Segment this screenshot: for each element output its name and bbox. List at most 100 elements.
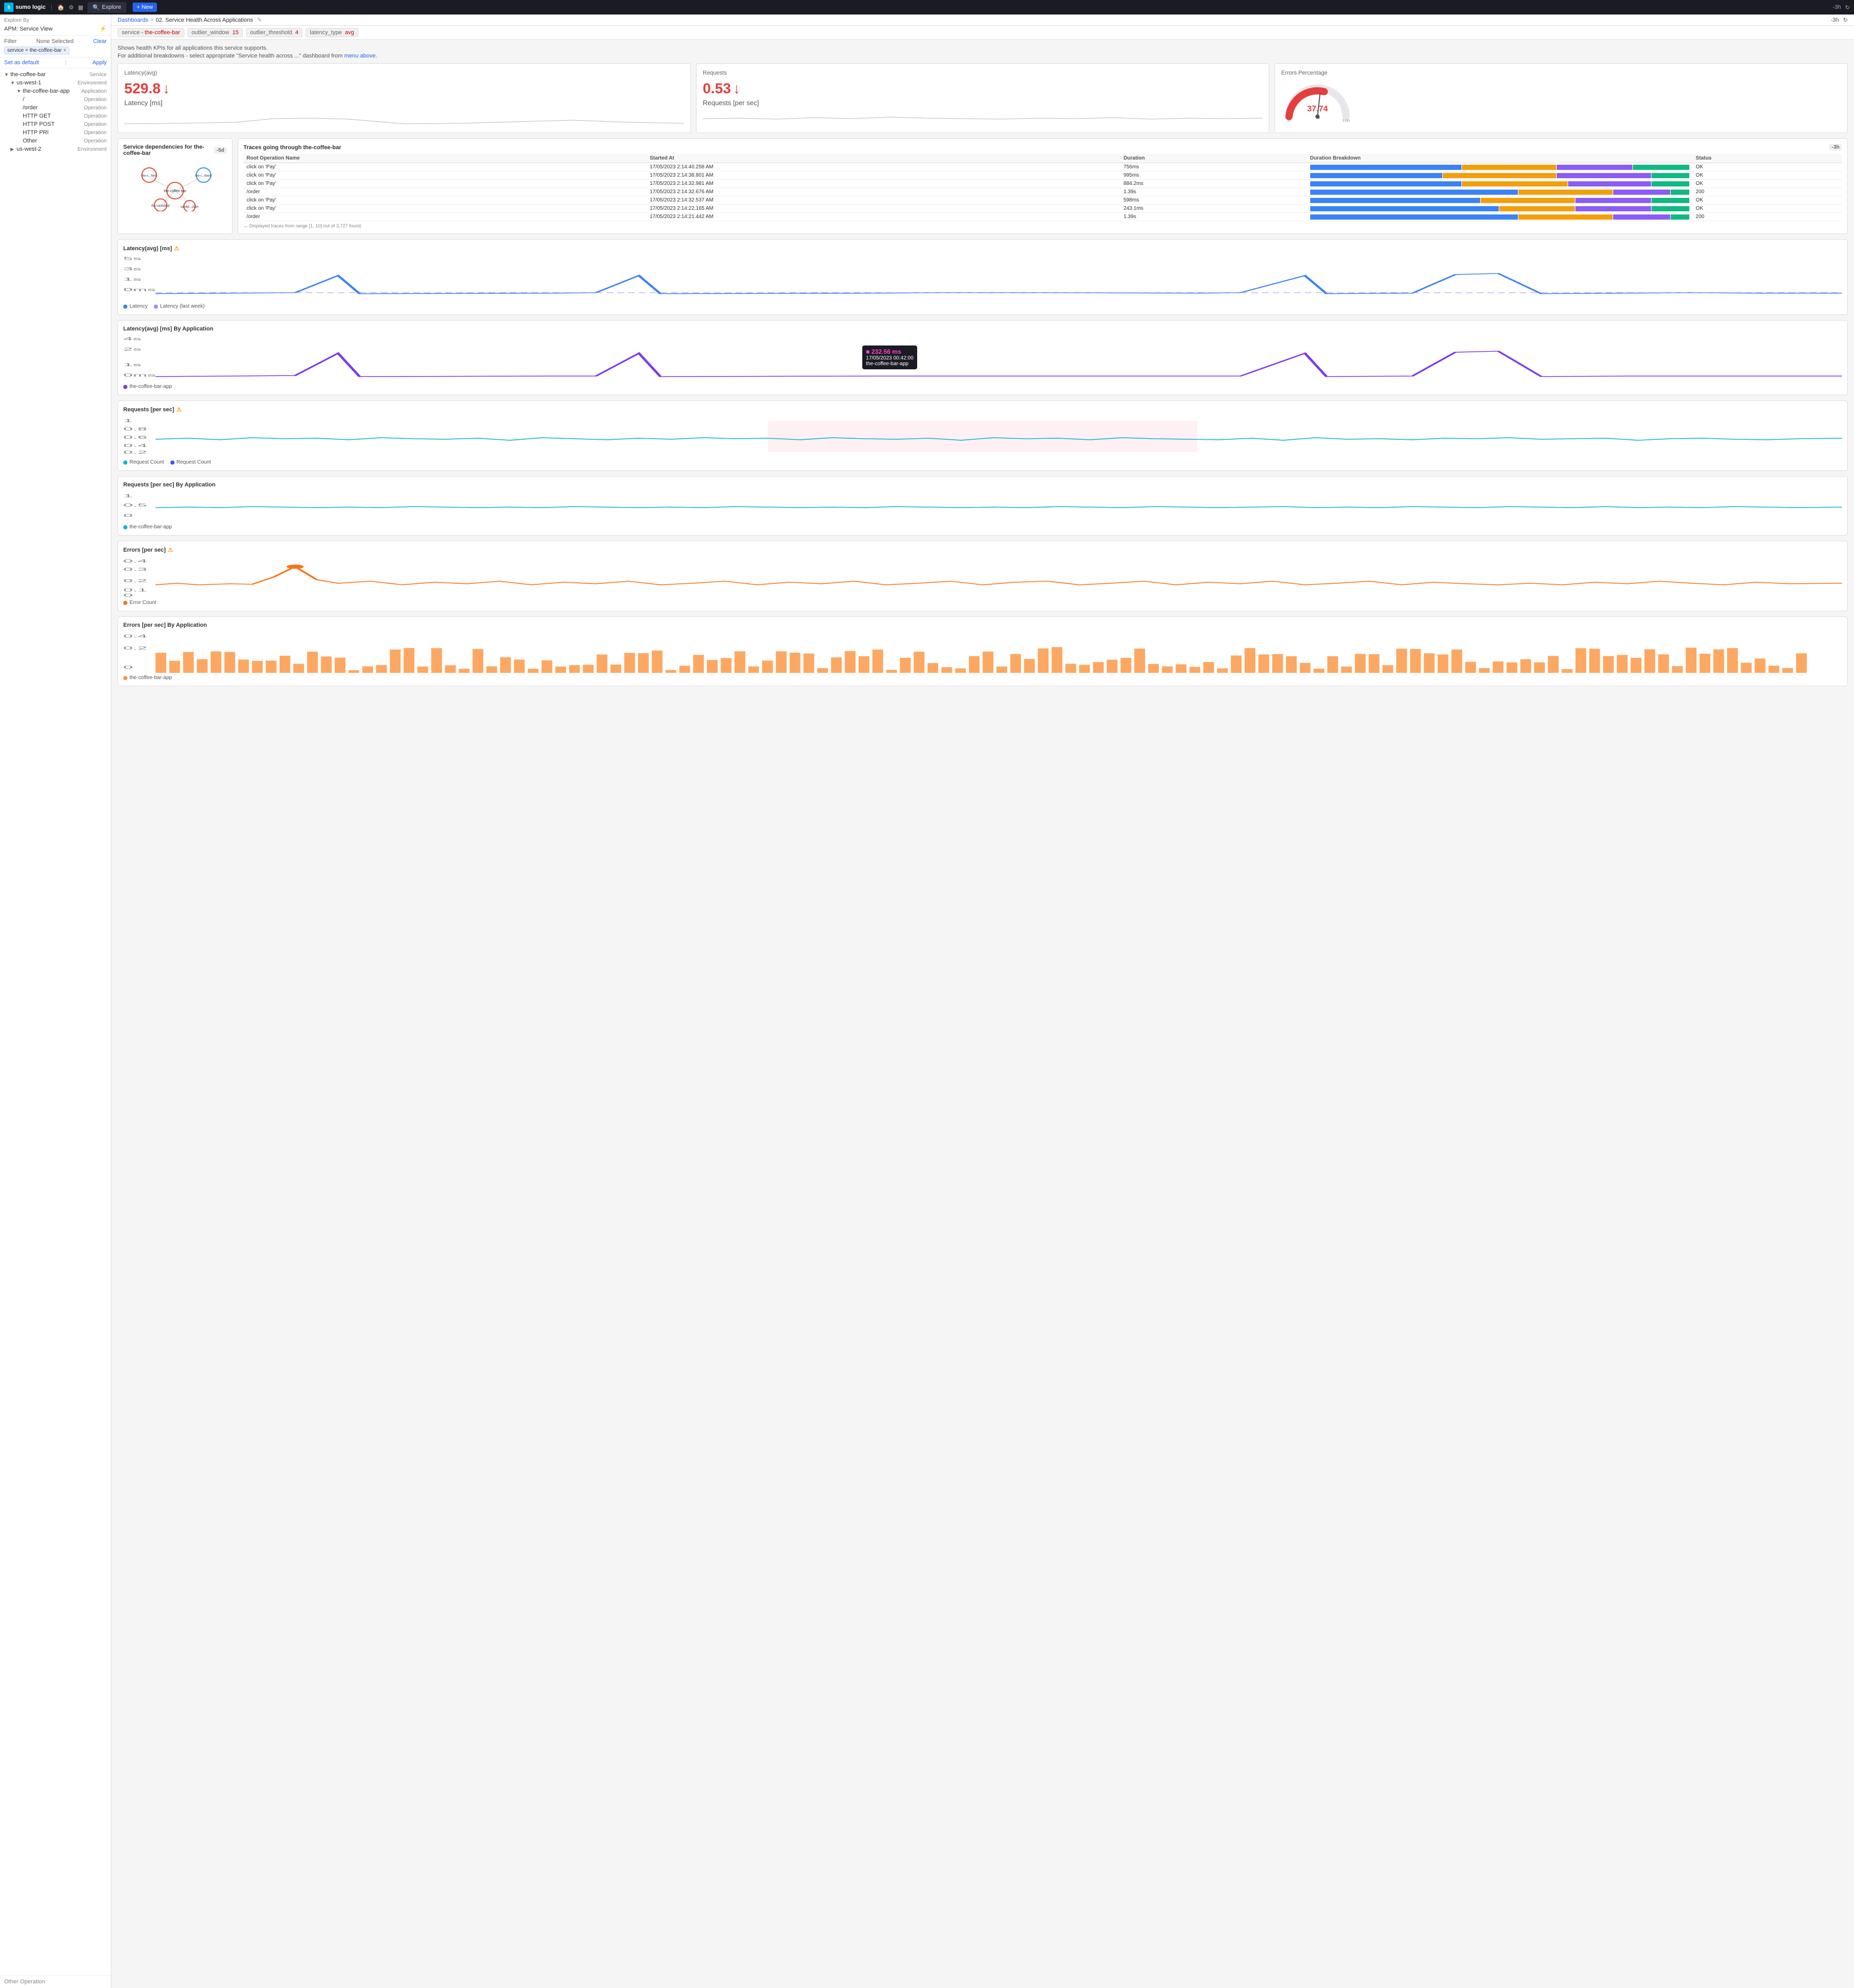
filter-tag[interactable]: service = the-coffee-bar ×: [4, 47, 69, 54]
dep-panel: Service dependencies for the-coffee-bar …: [118, 138, 233, 234]
top-bar: S sumo logic | 🏠 ⚙ ▦ 🔍 Explore + New -3h…: [0, 0, 1854, 15]
new-button[interactable]: + New: [133, 3, 157, 12]
warning-icon: ⚠: [168, 546, 173, 553]
tree-item-coffee-bar[interactable]: ▼ the-coffee-bar Service: [0, 70, 111, 79]
top-divider: |: [51, 4, 52, 10]
chart-errors-by-app-area[interactable]: 0.4 0.2 0: [123, 631, 1842, 673]
main-content: Dashboards > 02. Service Health Across A…: [111, 15, 1854, 1988]
chart-latency-avg-area[interactable]: 5s 3s 1s 0ms: [123, 255, 1842, 301]
outlier-threshold-filter-tab[interactable]: outlier_threshold 4: [246, 28, 302, 37]
set-default-button[interactable]: Set as default: [4, 60, 39, 66]
svg-text:0: 0: [123, 513, 133, 518]
chart-latency-by-app-area[interactable]: 4s 2s 1s 0ms ■ 232.56 ms 17/05/2023 00:4…: [123, 335, 1842, 382]
table-row[interactable]: /order 17/05/2023 2:14:32.676 AM 1.39s: [243, 188, 1842, 196]
table-row[interactable]: /order 17/05/2023 2:14:21.442 AM 1.39s: [243, 213, 1842, 221]
chart-errors-area[interactable]: 0.4 0.3 0.2 0.1 0: [123, 556, 1842, 598]
tree-toggle: ▼: [10, 80, 17, 85]
warning-icon: ⚠: [174, 245, 179, 252]
svg-text:0.2: 0.2: [123, 450, 147, 455]
table-row[interactable]: click on 'Pay' 17/05/2023 2:14:32.981 AM…: [243, 180, 1842, 188]
latency-type-filter-tab[interactable]: latency_type avg: [306, 28, 358, 37]
tree-label: HTTP PRI: [23, 129, 82, 136]
kpi-requests: Requests 0.53 ↓ Requests [per sec]: [696, 63, 1269, 133]
tree-toggle: ▼: [17, 89, 23, 94]
svg-text:5s: 5s: [123, 256, 141, 261]
tree-item-us-west-1[interactable]: ▼ us-west-1 Environment: [0, 79, 111, 87]
explore-label: Explore: [102, 4, 121, 10]
tree-item-other[interactable]: Other Operation: [0, 137, 111, 145]
filter-icon[interactable]: ⚡: [99, 25, 107, 32]
legend-latency-dot: [123, 305, 127, 309]
service-filter-tab[interactable]: service-the-coffee-bar: [118, 28, 184, 37]
svg-text:1s: 1s: [123, 277, 141, 282]
svg-text:0: 0: [1287, 119, 1290, 122]
svg-text:the-i...ntend: the-i...ntend: [195, 175, 212, 178]
time-range-display[interactable]: -3h: [1831, 17, 1839, 23]
tree-item-order[interactable]: /order Operation: [0, 104, 111, 112]
explore-tab[interactable]: 🔍 Explore: [88, 2, 126, 13]
time-display[interactable]: -3h: [1833, 4, 1841, 10]
outlier-window-filter-tab[interactable]: outlier_window 15: [187, 28, 243, 37]
status: OK: [1692, 163, 1842, 171]
svg-text:1: 1: [123, 494, 133, 498]
chart-latency-by-app-title: Latency(avg) [ms] By Application: [123, 326, 1842, 332]
started-at: 17/05/2023 2:14:40.258 AM: [647, 163, 1121, 171]
tree-item-us-west-2[interactable]: ▶ us-west-2 Environment: [0, 145, 111, 153]
chart-latency-by-app-legend: the-coffee-bar-app: [123, 384, 1842, 390]
kpi-latency-unit: Latency [ms]: [124, 99, 684, 107]
apply-button[interactable]: Apply: [92, 60, 107, 66]
dep-diagram: the-c...hine the-coffee-bar the-i...nten…: [123, 160, 227, 211]
table-row[interactable]: click on 'Pay' 17/05/2023 2:14:38.801 AM…: [243, 171, 1842, 180]
chart-requests-by-app-area[interactable]: 1 0.5 0: [123, 491, 1842, 522]
refresh-icon[interactable]: ↻: [1845, 4, 1850, 11]
kpi-errors-title: Errors Percentage: [1281, 70, 1841, 76]
plus-icon: +: [137, 4, 140, 10]
tree-type: Operation: [84, 130, 107, 136]
kpi-row: Latency(avg) 529.8 ↓ Latency [ms] Reques…: [118, 63, 1848, 133]
tree-item-slash[interactable]: / Operation: [0, 95, 111, 104]
tree-item-http-post[interactable]: HTTP POST Operation: [0, 120, 111, 128]
tree-item-coffee-bar-app[interactable]: ▼ the-coffee-bar-app Application: [0, 87, 111, 95]
dashboard-body: Shows health KPIs for all applications t…: [111, 40, 1854, 1988]
gauge-svg: 37.74 % 0 100: [1281, 80, 1354, 122]
chart-errors-title: Errors [per sec] ⚠: [123, 546, 1842, 553]
tree-item-http-pri[interactable]: HTTP PRI Operation: [0, 128, 111, 137]
tree-type: Environment: [78, 147, 107, 152]
legend-latency-lastweek-dot: [154, 305, 158, 309]
table-row[interactable]: click on 'Pay' 17/05/2023 2:14:40.258 AM…: [243, 163, 1842, 171]
tree-label: us-west-2: [17, 146, 76, 152]
chart-requests-area[interactable]: 1 0.8 0.6 0.4 0.2: [123, 416, 1842, 457]
home-nav[interactable]: 🏠: [57, 4, 65, 11]
tree-type: Operation: [84, 97, 107, 103]
chart-requests-by-app-title: Requests [per sec] By Application: [123, 482, 1842, 488]
traces-header-row: Root Operation Name Started At Duration …: [243, 154, 1842, 163]
kpi-errors: Errors Percentage: [1274, 63, 1848, 133]
service-view-text: APM: Service View: [4, 26, 52, 32]
tree-type: Service: [90, 72, 107, 78]
breadcrumb-dashboards[interactable]: Dashboards: [118, 17, 148, 23]
table-row[interactable]: click on 'Pay' 17/05/2023 2:14:22.165 AM…: [243, 205, 1842, 213]
svg-text:0.4: 0.4: [123, 443, 147, 448]
settings-nav[interactable]: ⚙: [69, 4, 74, 11]
traces-table: Root Operation Name Started At Duration …: [243, 154, 1842, 221]
legend-coffee-bar-app: the-coffee-bar-app: [123, 384, 172, 390]
clear-button[interactable]: Clear: [93, 38, 107, 45]
op-name: click on 'Pay': [243, 163, 647, 171]
refresh-btn[interactable]: ↻: [1843, 17, 1848, 23]
sidebar: Explore By APM: Service View ⚡ Filter No…: [0, 15, 111, 1988]
table-row[interactable]: click on 'Pay' 17/05/2023 2:14:32.537 AM…: [243, 196, 1842, 205]
filter-tag-remove[interactable]: ×: [63, 48, 66, 53]
traces-title: Traces going through the-coffee-bar -3h: [243, 144, 1842, 151]
menu-link[interactable]: menu above: [344, 53, 376, 59]
chart-latency-by-app: Latency(avg) [ms] By Application 4s 2s 1…: [118, 320, 1848, 395]
service-view-row: APM: Service View ⚡: [4, 25, 107, 32]
edit-icon[interactable]: ✎: [257, 17, 262, 23]
chart-errors-legend: Error Count: [123, 600, 1842, 606]
db-nav[interactable]: ▦: [78, 4, 83, 11]
kpi-latency-title: Latency(avg): [124, 70, 684, 76]
svg-text:1: 1: [123, 419, 133, 423]
tree-item-http-get[interactable]: HTTP GET Operation: [0, 112, 111, 120]
chart-requests: Requests [per sec] ⚠ 1 0.8 0.6 0.4 0.2: [118, 400, 1848, 471]
kpi-requests-value: 0.53 ↓: [703, 80, 1263, 97]
info-line2: For additional breakdowns - select appro…: [118, 53, 1848, 59]
